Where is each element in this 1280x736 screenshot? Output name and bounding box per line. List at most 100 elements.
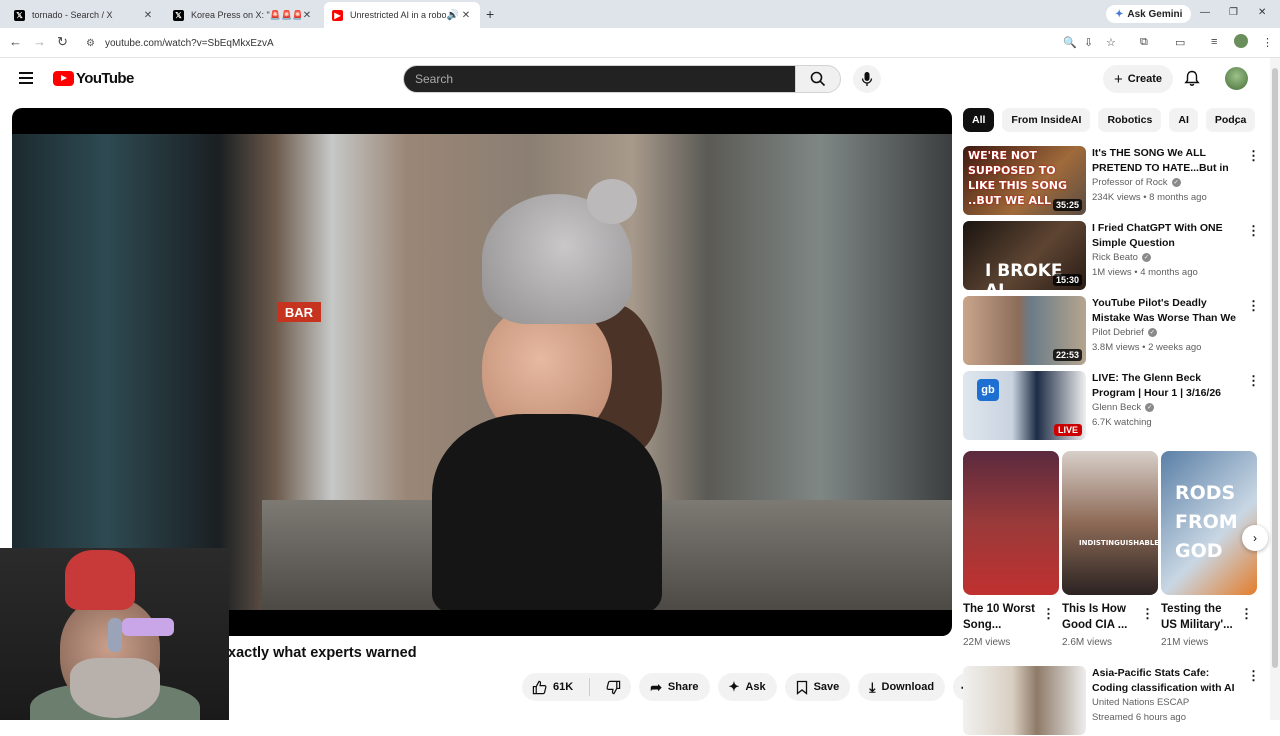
scrollbar-thumb[interactable] <box>1272 68 1278 668</box>
channel-name[interactable]: Rick Beato ✓ <box>1092 252 1151 263</box>
reading-list-icon[interactable]: ≡ <box>1211 36 1217 48</box>
recommended-video[interactable]: Asia-Pacific Stats Cafe: Coding classifi… <box>963 666 1263 736</box>
chip-robotics[interactable]: Robotics <box>1098 108 1162 132</box>
tab-title: Korea Press on X: "🚨🚨🚨 Tr <box>191 9 301 20</box>
x-logo-icon: 𝕏 <box>173 9 184 21</box>
short-title[interactable]: Testing the US Military'... <box>1161 601 1239 633</box>
more-vertical-icon[interactable]: ⋮ <box>1042 606 1055 622</box>
dislike-button[interactable] <box>596 673 631 701</box>
extensions-icon[interactable]: ⧉ <box>1140 36 1148 49</box>
video-thumbnail[interactable]: 22:53 <box>963 296 1086 365</box>
browser-tab-2[interactable]: 𝕏 Korea Press on X: "🚨🚨🚨 Tr ✕ <box>165 2 321 28</box>
video-meta: 234K views • 8 months ago <box>1092 192 1207 203</box>
youtube-play-icon <box>53 71 74 86</box>
account-avatar[interactable] <box>1225 67 1248 90</box>
cast-icon[interactable]: ▭ <box>1175 36 1185 49</box>
shorts-next-button[interactable]: › <box>1242 525 1268 551</box>
more-vertical-icon[interactable]: ⋮ <box>1247 373 1260 389</box>
bookmark-star-icon[interactable]: ☆ <box>1106 36 1116 49</box>
youtube-header: YouTube + Create <box>0 58 1270 100</box>
minimize-icon[interactable]: — <box>1200 7 1210 18</box>
frame-scarf <box>432 414 662 610</box>
youtube-icon: ▶ <box>332 9 343 21</box>
video-thumbnail[interactable] <box>963 666 1086 735</box>
search-box[interactable] <box>403 65 796 93</box>
chevron-right-icon[interactable]: › <box>1234 114 1238 129</box>
download-button[interactable]: ⤓ Download <box>858 673 946 701</box>
speaker-icon[interactable]: 🔊 <box>446 10 460 21</box>
close-tab-icon[interactable]: ✕ <box>142 10 154 21</box>
like-button[interactable]: 61K <box>522 673 583 701</box>
more-vertical-icon[interactable]: ⋮ <box>1247 298 1260 314</box>
browser-profile-avatar[interactable] <box>1234 34 1248 48</box>
channel-label: United Nations ESCAP <box>1092 697 1190 708</box>
search-button[interactable] <box>795 65 841 93</box>
chip-from-insideai[interactable]: From InsideAI <box>1002 108 1091 132</box>
ask-gemini-button[interactable]: ✦ Ask Gemini <box>1106 5 1192 23</box>
short-title[interactable]: The 10 Worst Song... <box>963 601 1041 633</box>
close-tab-icon[interactable]: ✕ <box>460 10 472 21</box>
more-vertical-icon[interactable]: ⋮ <box>1141 606 1154 622</box>
channel-name[interactable]: Glenn Beck ✓ <box>1092 402 1155 413</box>
short-thumbnail[interactable]: RODS FROM GOD <box>1161 451 1257 595</box>
short-thumbnail[interactable]: INDISTINGUISHABLE <box>1062 451 1158 595</box>
browser-menu-icon[interactable]: ⋮ <box>1262 36 1273 49</box>
video-frame[interactable]: BAR <box>12 134 952 610</box>
thumbs-down-icon <box>606 680 621 694</box>
recommended-video[interactable]: I BROKE AI 15:30 I Fried ChatGPT With ON… <box>963 221 1263 291</box>
menu-hamburger-icon[interactable] <box>19 72 33 87</box>
video-thumbnail[interactable]: I BROKE AI 15:30 <box>963 221 1086 290</box>
video-thumbnail[interactable]: gb LIVE <box>963 371 1086 440</box>
browser-tab-3-active[interactable]: ▶ Unrestricted AI in a robot d 🔊 ✕ <box>324 2 480 28</box>
chevron-right-icon: › <box>1253 531 1257 545</box>
back-arrow-icon[interactable]: ← <box>9 34 22 49</box>
create-label: Create <box>1127 73 1163 85</box>
share-arrow-icon: ➦ <box>650 678 662 695</box>
chip-podcasts[interactable]: Podca <box>1205 108 1255 132</box>
close-window-icon[interactable]: ✕ <box>1258 7 1266 18</box>
recommended-video[interactable]: WE'RE NOT SUPPOSED TO LIKE THIS SONG ..B… <box>963 146 1263 216</box>
more-vertical-icon[interactable]: ⋮ <box>1247 223 1260 239</box>
save-button[interactable]: Save <box>784 673 851 701</box>
voice-search-button[interactable] <box>853 65 881 93</box>
short-thumbnail[interactable] <box>963 451 1059 595</box>
channel-label: Pilot Debrief <box>1092 327 1144 338</box>
browser-tab-1[interactable]: 𝕏 tornado - Search / X ✕ <box>6 2 162 28</box>
reload-icon[interactable]: ↻ <box>57 34 68 50</box>
channel-name[interactable]: United Nations ESCAP <box>1092 697 1189 708</box>
channel-name[interactable]: Pilot Debrief ✓ <box>1092 327 1157 338</box>
maximize-icon[interactable]: ❐ <box>1229 7 1238 18</box>
address-bar[interactable]: ⚙ youtube.com/watch?v=SbEqMkxEzvA <box>78 32 1158 54</box>
chip-all[interactable]: All <box>963 108 995 132</box>
ask-button[interactable]: ✦ Ask <box>717 673 777 701</box>
download-icon: ⤓ <box>869 678 876 695</box>
more-vertical-icon[interactable]: ⋮ <box>1247 148 1260 164</box>
zoom-icon[interactable]: 🔍 <box>1063 36 1077 49</box>
more-vertical-icon[interactable]: ⋮ <box>1247 668 1260 684</box>
channel-name[interactable]: Professor of Rock ✓ <box>1092 177 1181 188</box>
tab-title: tornado - Search / X <box>32 10 113 20</box>
recommended-video[interactable]: 22:53 YouTube Pilot's Deadly Mistake Was… <box>963 296 1263 366</box>
notifications-bell-icon[interactable] <box>1184 70 1200 87</box>
create-button[interactable]: + Create <box>1103 65 1174 93</box>
video-thumbnail[interactable]: WE'RE NOT SUPPOSED TO LIKE THIS SONG ..B… <box>963 146 1086 215</box>
new-tab-button[interactable]: + <box>486 6 494 22</box>
page-scrollbar[interactable] <box>1270 58 1280 720</box>
forward-arrow-icon[interactable]: → <box>33 34 46 49</box>
chip-ai[interactable]: AI <box>1169 108 1198 132</box>
webcam-glasses <box>122 618 174 636</box>
recommended-video[interactable]: gb LIVE LIVE: The Glenn Beck Program | H… <box>963 371 1263 441</box>
youtube-logo[interactable]: YouTube <box>53 70 134 87</box>
site-info-icon[interactable]: ⚙ <box>86 38 95 49</box>
close-tab-icon[interactable]: ✕ <box>301 10 313 21</box>
search-input[interactable] <box>415 72 795 86</box>
short-title[interactable]: This Is How Good CIA ... <box>1062 601 1140 633</box>
install-app-icon[interactable]: ⇩ <box>1084 36 1093 49</box>
channel-label: Rick Beato <box>1092 252 1138 263</box>
share-button[interactable]: ➦ Share <box>639 673 710 701</box>
video-meta: 1M views • 4 months ago <box>1092 267 1198 278</box>
search-icon <box>810 71 826 87</box>
verified-check-icon: ✓ <box>1141 253 1151 262</box>
more-vertical-icon[interactable]: ⋮ <box>1240 606 1253 622</box>
browser-toolbar: ← → ↻ ⚙ youtube.com/watch?v=SbEqMkxEzvA … <box>0 28 1280 58</box>
